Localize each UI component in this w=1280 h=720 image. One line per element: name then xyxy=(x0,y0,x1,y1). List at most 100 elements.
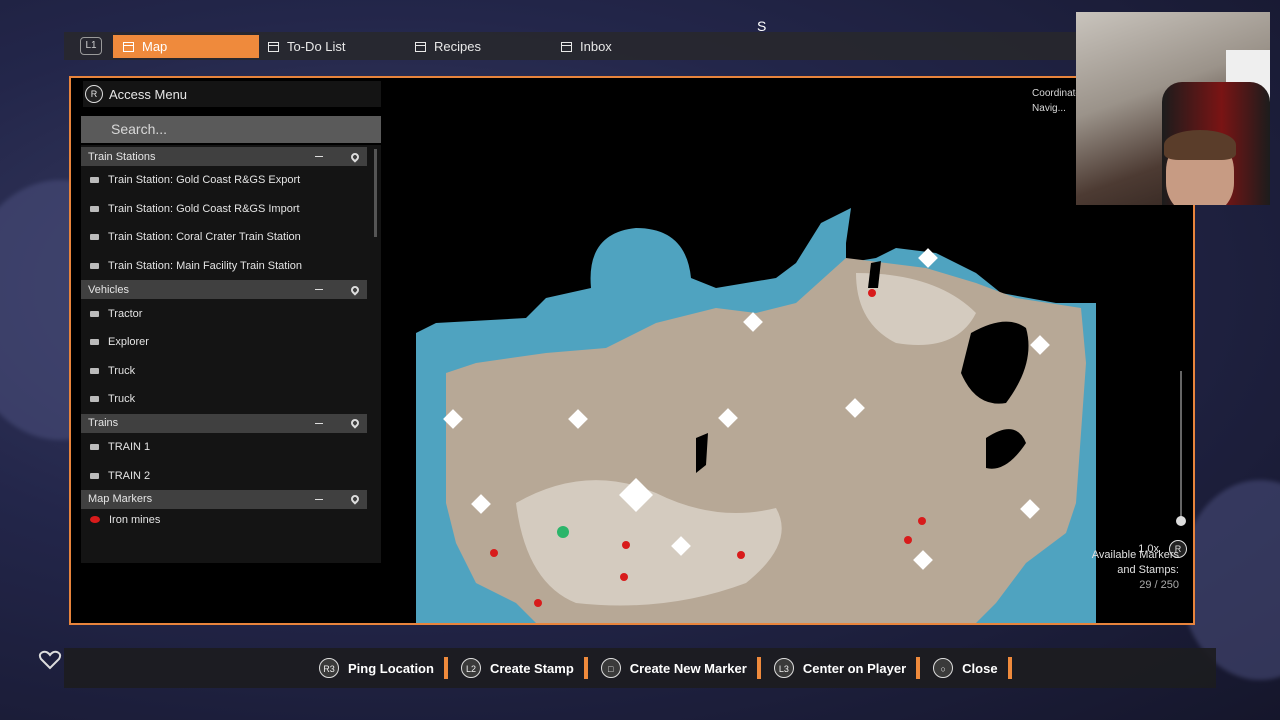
l1-button-hint: L1 xyxy=(80,37,102,55)
list-item[interactable]: TRAIN 1 xyxy=(81,433,367,462)
prompt-label: Close xyxy=(962,660,998,676)
r-button-icon: R xyxy=(85,85,103,103)
group-train-stations[interactable]: Train Stations xyxy=(81,147,367,166)
zoom-slider-knob[interactable] xyxy=(1176,516,1186,526)
list-item-label: Train Station: Gold Coast R&GS Import xyxy=(108,202,300,215)
list-item[interactable]: Tractor xyxy=(81,299,367,328)
truck-icon xyxy=(90,396,99,403)
group-title: Map Markers xyxy=(88,493,153,506)
train-station-icon xyxy=(90,205,99,212)
truck-icon xyxy=(90,367,99,374)
tab-window-icon xyxy=(415,41,426,52)
prompt-divider xyxy=(916,657,921,679)
center-player-prompt[interactable]: L3 Center on Player xyxy=(773,658,907,678)
tab-label: Map xyxy=(142,39,168,54)
list-item-label: Explorer xyxy=(108,336,149,349)
l2-button-icon: L2 xyxy=(460,658,481,678)
train-station-icon xyxy=(90,177,99,184)
circle-button-icon: ○ xyxy=(933,658,954,678)
train-icon xyxy=(90,472,99,479)
list-item[interactable]: Truck xyxy=(81,385,367,414)
list-item[interactable]: Train Station: Gold Coast R&GS Import xyxy=(81,195,367,224)
ping-location-prompt[interactable]: R3 Ping Location xyxy=(319,658,434,678)
access-menu-label: Access Menu xyxy=(109,86,188,102)
prompt-divider xyxy=(583,657,588,679)
prompt-divider xyxy=(1007,657,1012,679)
webcam-overlay xyxy=(1076,12,1270,205)
r3-button-icon: R3 xyxy=(319,658,339,678)
train-station-icon xyxy=(90,234,99,241)
close-prompt[interactable]: ○ Close xyxy=(933,658,998,678)
group-title: Trains xyxy=(88,417,119,430)
create-stamp-prompt[interactable]: L2 Create Stamp xyxy=(460,658,574,678)
markers-count: 29 / 250 xyxy=(1139,579,1179,591)
list-item[interactable]: Explorer xyxy=(81,328,367,357)
zoom-slider[interactable] xyxy=(1176,371,1186,526)
collapse-icon[interactable] xyxy=(315,422,323,424)
top-tab-bar: L1 Map To-Do List Recipes Inbox xyxy=(64,32,1216,60)
prompt-label: Create Stamp xyxy=(489,660,574,676)
train-station-icon xyxy=(90,263,99,270)
train-icon xyxy=(90,444,99,451)
tab-todo-list[interactable]: To-Do List xyxy=(258,35,404,58)
prompt-label: Ping Location xyxy=(348,660,434,676)
streamer-hair xyxy=(1164,130,1236,160)
tab-inbox[interactable]: Inbox xyxy=(551,35,697,58)
world-map[interactable] xyxy=(416,203,1101,623)
tab-map[interactable]: Map xyxy=(113,35,259,58)
square-button-icon: □ xyxy=(600,658,621,678)
tab-recipes[interactable]: Recipes xyxy=(405,35,551,58)
tab-window-icon xyxy=(268,41,279,52)
pin-icon[interactable] xyxy=(349,493,361,506)
markers-available: Available Markers and Stamps: 29 / 250 xyxy=(1092,548,1179,593)
list-item[interactable]: Truck xyxy=(81,357,367,386)
pin-icon[interactable] xyxy=(349,417,361,429)
group-map-markers[interactable]: Map Markers xyxy=(81,489,367,509)
list-item[interactable]: Train Station: Coral Crater Train Statio… xyxy=(81,223,367,252)
list-item-label: Train Station: Coral Crater Train Statio… xyxy=(108,231,301,244)
access-menu[interactable]: R Access Menu xyxy=(83,81,381,107)
prompt-divider xyxy=(756,657,761,679)
tab-label: To-Do List xyxy=(287,39,346,54)
list-item-label: Train Station: Main Facility Train Stati… xyxy=(108,260,303,273)
list-item[interactable]: Train Station: Gold Coast R&GS Export xyxy=(81,166,367,195)
marker-color-icon xyxy=(90,516,100,524)
group-title: Vehicles xyxy=(88,283,129,296)
markers-label: Available Markers xyxy=(1091,549,1179,561)
list-item-label: TRAIN 1 xyxy=(108,441,151,454)
collapse-icon[interactable] xyxy=(315,498,323,500)
list-item-label: Iron mines xyxy=(109,513,161,526)
group-vehicles[interactable]: Vehicles xyxy=(81,280,367,300)
marker-list-panel: Train Stations Train Station: Gold Coast… xyxy=(81,145,381,563)
list-item-label: Train Station: Gold Coast R&GS Export xyxy=(108,174,301,187)
list-item-label: TRAIN 2 xyxy=(108,469,151,482)
explorer-icon xyxy=(90,339,99,346)
pin-icon[interactable] xyxy=(349,284,361,296)
list-item[interactable]: TRAIN 2 xyxy=(81,461,367,490)
prompt-label: Create New Marker xyxy=(629,660,747,676)
list-scrollbar[interactable] xyxy=(374,149,377,237)
l3-button-icon: L3 xyxy=(773,658,794,678)
group-trains[interactable]: Trains xyxy=(81,413,367,433)
group-title: Train Stations xyxy=(88,150,156,163)
map-frame: R Access Menu Search... Train Stations T… xyxy=(69,76,1195,625)
list-item[interactable]: Iron mines xyxy=(81,509,367,531)
prompt-label: Center on Player xyxy=(802,660,907,676)
tractor-icon xyxy=(90,310,99,317)
control-prompts-bar: R3 Ping Location L2 Create Stamp □ Creat… xyxy=(64,648,1216,688)
markers-label: and Stamps: xyxy=(1117,564,1179,576)
pin-icon[interactable] xyxy=(349,150,361,163)
collapse-icon[interactable] xyxy=(315,156,323,157)
heart-icon xyxy=(38,650,62,670)
create-marker-prompt[interactable]: □ Create New Marker xyxy=(600,658,747,678)
tab-label: Inbox xyxy=(580,39,612,54)
tab-window-icon xyxy=(123,41,134,52)
list-item[interactable]: Train Station: Main Facility Train Stati… xyxy=(81,252,367,281)
list-item-label: Truck xyxy=(108,393,136,406)
tab-label: Recipes xyxy=(434,39,481,54)
search-input[interactable]: Search... xyxy=(81,116,381,143)
prompt-divider xyxy=(443,657,448,679)
collapse-icon[interactable] xyxy=(315,289,323,291)
list-item-label: Truck xyxy=(108,364,136,377)
list-item-label: Tractor xyxy=(108,307,143,320)
